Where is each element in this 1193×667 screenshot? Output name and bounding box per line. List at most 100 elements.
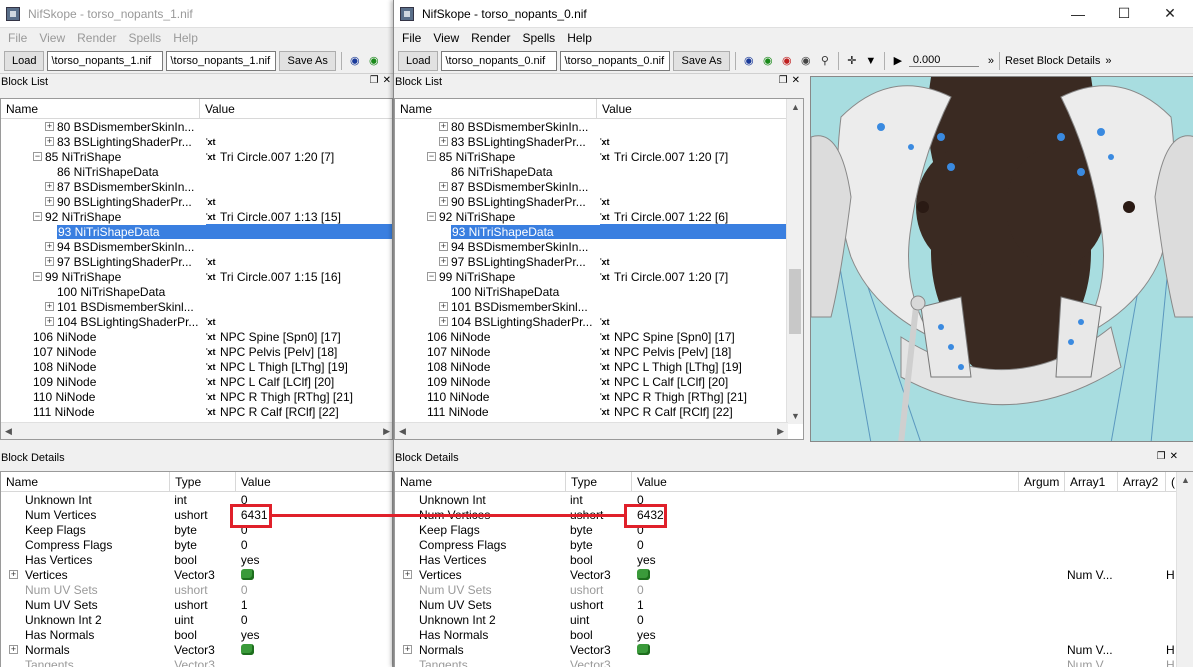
tree-row[interactable]: +104 BSLightingShaderPr...Txt bbox=[395, 314, 803, 329]
col-name[interactable]: Name bbox=[395, 99, 597, 118]
field-value[interactable] bbox=[236, 657, 392, 667]
tree-row[interactable]: 111 NiNode Txt NPC R Calf [RClf] [22] bbox=[395, 404, 803, 419]
detail-row[interactable]: Unknown Int int 0 bbox=[1, 492, 392, 507]
collapse-icon[interactable]: − bbox=[427, 212, 436, 221]
collapse-icon[interactable]: − bbox=[33, 212, 42, 221]
tree-row[interactable]: +90 BSLightingShaderPr...Txt bbox=[1, 194, 392, 209]
expand-icon[interactable]: + bbox=[45, 137, 54, 146]
load-button[interactable]: Load bbox=[4, 50, 45, 71]
field-value[interactable]: 0 bbox=[632, 537, 1019, 552]
expand-icon[interactable]: + bbox=[45, 122, 54, 131]
menu-help[interactable]: Help bbox=[167, 31, 204, 45]
tree-row[interactable]: −99 NiTriShapeTxtTri Circle.007 1:20 [7] bbox=[395, 269, 803, 284]
detail-row[interactable]: Tangents Vector3 bbox=[1, 657, 392, 667]
detail-row[interactable]: + Normals Vector3 Num V... H bbox=[395, 642, 1193, 657]
col-argument[interactable]: Argum bbox=[1019, 472, 1065, 491]
expand-icon[interactable]: + bbox=[439, 257, 448, 266]
field-value[interactable]: yes bbox=[236, 627, 392, 642]
tree-row[interactable]: 86 NiTriShapeData bbox=[1, 164, 392, 179]
expand-icon[interactable]: + bbox=[45, 257, 54, 266]
field-value[interactable] bbox=[632, 642, 1019, 657]
detail-row[interactable]: Compress Flags byte 0 bbox=[395, 537, 1193, 552]
more-icon[interactable]: » bbox=[1105, 55, 1111, 67]
float-icon[interactable]: ❐ bbox=[370, 75, 379, 86]
tree-row[interactable]: 93 NiTriShapeData bbox=[1, 224, 392, 239]
tree-row[interactable]: +94 BSDismemberSkinIn... bbox=[1, 239, 392, 254]
tree-row[interactable]: +101 BSDismemberSkinl... bbox=[1, 299, 392, 314]
move-icon[interactable]: ✛ bbox=[844, 55, 860, 67]
vector-cube-icon[interactable] bbox=[240, 644, 254, 655]
detail-row[interactable]: Num UV Sets ushort 0 bbox=[395, 582, 1193, 597]
tree-row[interactable]: 107 NiNode Txt NPC Pelvis [Pelv] [18] bbox=[395, 344, 803, 359]
col-name[interactable]: Name bbox=[395, 472, 566, 491]
tree-row[interactable]: 109 NiNode Txt NPC L Calf [LClf] [20] bbox=[1, 374, 392, 389]
menu-file[interactable]: File bbox=[2, 31, 33, 45]
field-value[interactable]: 0 bbox=[632, 582, 1019, 597]
load-path-field[interactable]: \torso_nopants_0.nif bbox=[441, 50, 558, 71]
left-block-details-tree[interactable]: Name Type Value Unknown Int int 0 Num Verti… bbox=[0, 471, 393, 667]
col-value[interactable]: Value bbox=[236, 472, 392, 491]
render-viewport[interactable] bbox=[810, 76, 1193, 442]
tree-row[interactable]: 106 NiNode Txt NPC Spine [Spn0] [17] bbox=[1, 329, 392, 344]
col-value[interactable]: Value bbox=[632, 472, 1019, 491]
field-value[interactable]: 0 bbox=[632, 522, 1019, 537]
vertical-scrollbar[interactable]: ▲ bbox=[1176, 472, 1193, 667]
col-name[interactable]: Name bbox=[1, 472, 171, 491]
expand-icon[interactable]: + bbox=[45, 317, 54, 326]
save-path-field[interactable]: \torso_nopants_1.nif bbox=[166, 50, 277, 71]
field-value[interactable]: 0 bbox=[236, 537, 392, 552]
view-eye-red-icon[interactable]: ◉ bbox=[779, 55, 795, 67]
collapse-icon[interactable]: − bbox=[427, 152, 436, 161]
view-eye-green-icon[interactable]: ◉ bbox=[760, 55, 776, 67]
tree-row[interactable]: +83 BSLightingShaderPr...Txt bbox=[395, 134, 803, 149]
field-value[interactable]: 0 bbox=[632, 612, 1019, 627]
tree-row[interactable]: 110 NiNode Txt NPC R Thigh [RThg] [21] bbox=[1, 389, 392, 404]
expand-icon[interactable]: + bbox=[9, 645, 18, 654]
more-icon[interactable]: » bbox=[988, 55, 994, 67]
field-value[interactable]: 0 bbox=[236, 612, 392, 627]
detail-row[interactable]: Keep Flags byte 0 bbox=[395, 522, 1193, 537]
field-value[interactable] bbox=[632, 567, 1019, 582]
detail-row[interactable]: Has Normals bool yes bbox=[395, 627, 1193, 642]
float-icon[interactable]: ❐ bbox=[779, 75, 788, 86]
reset-block-details-button[interactable]: Reset Block Details bbox=[1005, 55, 1100, 67]
expand-icon[interactable]: + bbox=[439, 122, 448, 131]
walk-icon[interactable]: ⚲ bbox=[817, 55, 833, 67]
tree-row[interactable]: +87 BSDismemberSkinIn... bbox=[1, 179, 392, 194]
menu-render[interactable]: Render bbox=[71, 31, 122, 45]
right-block-list-tree[interactable]: Name Value +80 BSDismemberSkinIn... +83 B… bbox=[394, 98, 804, 440]
detail-row[interactable]: Keep Flags byte 0 bbox=[1, 522, 392, 537]
menu-spells[interactable]: Spells bbox=[517, 31, 562, 45]
expand-icon[interactable]: + bbox=[9, 570, 18, 579]
menu-view[interactable]: View bbox=[427, 31, 465, 45]
detail-row[interactable]: Has Normals bool yes bbox=[1, 627, 392, 642]
field-value[interactable] bbox=[632, 657, 1019, 667]
float-icon[interactable]: ❐ bbox=[1157, 451, 1166, 462]
tree-row[interactable]: 100 NiTriShapeData bbox=[1, 284, 392, 299]
tree-row[interactable]: 107 NiNode Txt NPC Pelvis [Pelv] [18] bbox=[1, 344, 392, 359]
field-value[interactable]: 1 bbox=[236, 597, 392, 612]
vector-cube-icon[interactable] bbox=[240, 569, 254, 580]
col-name[interactable]: Name bbox=[1, 99, 200, 118]
dropdown-icon[interactable]: ▼ bbox=[863, 55, 879, 67]
tree-row[interactable]: 111 NiNode Txt NPC R Calf [RClf] [22] bbox=[1, 404, 392, 419]
field-value[interactable]: 6432 bbox=[632, 507, 1019, 522]
expand-icon[interactable]: + bbox=[45, 182, 54, 191]
save-path-field[interactable]: \torso_nopants_0.nif bbox=[560, 50, 671, 71]
field-value[interactable] bbox=[236, 642, 392, 657]
field-value[interactable]: 0 bbox=[632, 492, 1019, 507]
vertical-scrollbar[interactable]: ▲ ▼ bbox=[786, 99, 803, 424]
expand-icon[interactable]: + bbox=[45, 197, 54, 206]
menu-help[interactable]: Help bbox=[561, 31, 598, 45]
expand-icon[interactable]: + bbox=[45, 302, 54, 311]
tree-row[interactable]: 110 NiNode Txt NPC R Thigh [RThg] [21] bbox=[395, 389, 803, 404]
scroll-thumb[interactable] bbox=[789, 269, 801, 334]
maximize-icon[interactable]: ☐ bbox=[1101, 0, 1147, 28]
close-icon[interactable]: ✕ bbox=[383, 75, 391, 86]
field-value[interactable]: yes bbox=[632, 627, 1019, 642]
menu-render[interactable]: Render bbox=[465, 31, 516, 45]
right-block-details-tree[interactable]: Name Type Value Argum Array1 Array2 ( Un… bbox=[394, 471, 1193, 667]
detail-row[interactable]: Num UV Sets ushort 1 bbox=[395, 597, 1193, 612]
tree-row[interactable]: 108 NiNode Txt NPC L Thigh [LThg] [19] bbox=[395, 359, 803, 374]
tree-row[interactable]: −85 NiTriShapeTxtTri Circle.007 1:20 [7] bbox=[1, 149, 392, 164]
